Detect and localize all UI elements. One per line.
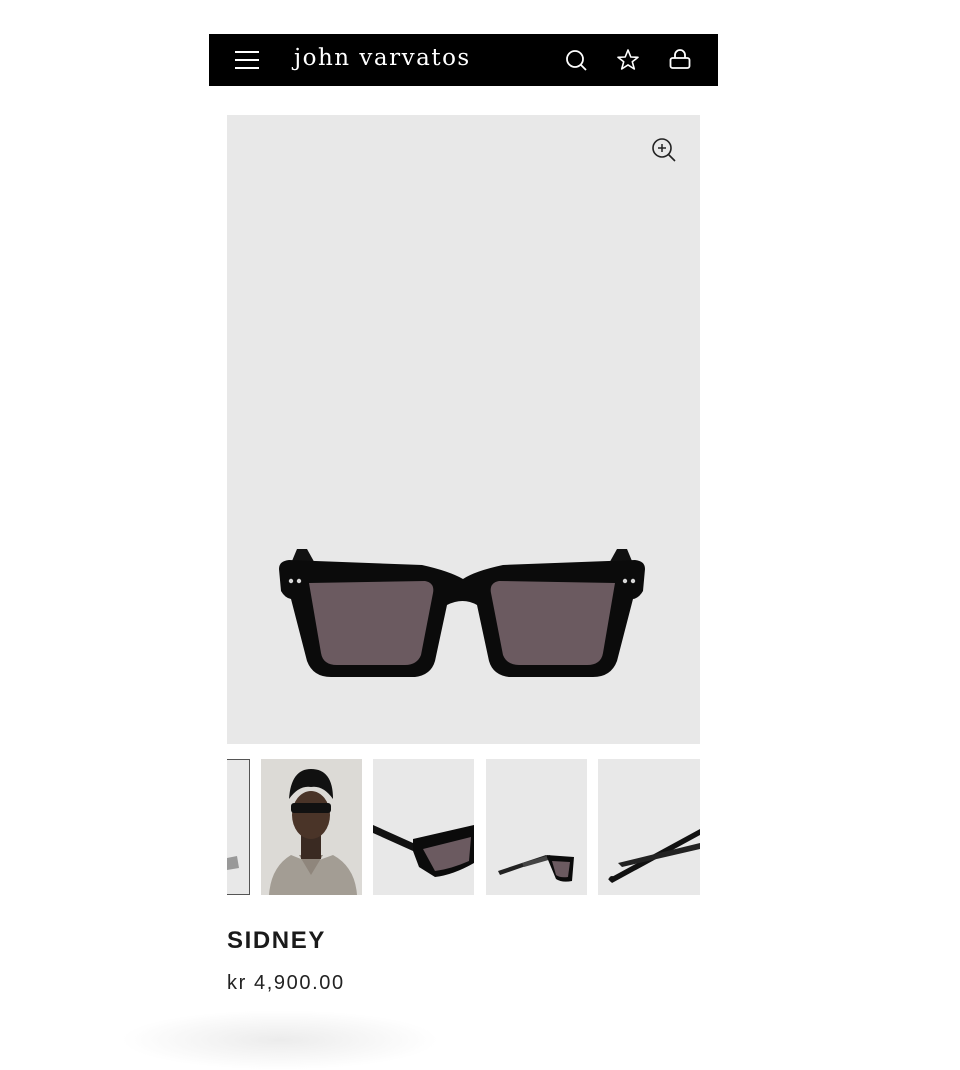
thumbnail-strip <box>227 759 700 895</box>
blurred-content <box>120 1010 440 1070</box>
product-price: kr 4,900.00 <box>227 972 345 994</box>
menu-icon[interactable] <box>235 51 259 69</box>
thumbnail-4[interactable] <box>486 759 587 895</box>
product-title: SIDNEY <box>227 927 326 954</box>
search-icon[interactable] <box>564 48 588 72</box>
bag-icon[interactable] <box>668 48 692 72</box>
sunglasses-image <box>279 549 645 677</box>
thumbnail-3[interactable] <box>373 759 474 895</box>
site-header: john varvatos <box>209 34 718 86</box>
star-icon[interactable] <box>616 48 640 72</box>
thumbnail-2[interactable] <box>261 759 362 895</box>
main-product-image[interactable] <box>227 115 700 744</box>
thumbnail-5[interactable] <box>598 759 700 895</box>
zoom-in-icon[interactable] <box>651 137 677 163</box>
brand-logo[interactable]: john varvatos <box>294 43 471 73</box>
thumbnail-1[interactable] <box>227 759 250 895</box>
